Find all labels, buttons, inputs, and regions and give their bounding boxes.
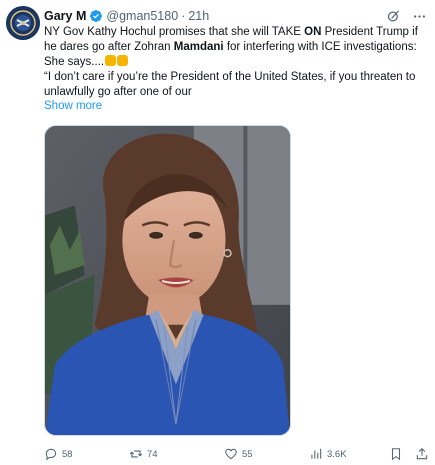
pointing-down-emoji [117, 55, 129, 66]
repost-count: 74 [147, 448, 158, 460]
views-count: 3.6K [327, 448, 347, 460]
text-segment-bold: Mamdani [173, 41, 224, 53]
views-icon [311, 448, 322, 459]
like-button[interactable]: 55 [224, 447, 309, 461]
bookmark-button[interactable] [389, 447, 403, 461]
tweet-text-line1: NY Gov Kathy Hochul promises that she wi… [44, 25, 427, 55]
verified-badge-icon [89, 9, 103, 23]
video-thumbnail[interactable] [44, 125, 291, 436]
she-says-text: She says.... [44, 56, 105, 68]
tweet-text-line2: She says.... [44, 55, 427, 70]
reply-button[interactable]: 58 [44, 447, 129, 461]
show-more-link[interactable]: Show more [44, 100, 102, 112]
text-segment: for interfering with ICE investigations: [223, 41, 417, 53]
tweet[interactable]: Gary M @gman5180 · 21h NY Gov Kathy Hoch… [0, 0, 435, 465]
like-count: 55 [242, 448, 253, 460]
tweet-quote: “I don’t care if you’re the President of… [44, 71, 416, 98]
share-icon [416, 448, 428, 460]
author-handle[interactable]: @gman5180 [106, 9, 178, 23]
tweet-actions: 58 74 55 3.6K [44, 446, 429, 462]
heart-icon [225, 448, 237, 460]
avatar[interactable] [6, 6, 40, 40]
text-segment-bold: ON [304, 26, 322, 38]
repost-icon [129, 450, 143, 458]
views-button[interactable]: 3.6K [309, 447, 389, 461]
avatar-image [6, 6, 40, 40]
more-icon[interactable] [411, 8, 427, 24]
separator-dot: · [181, 9, 186, 23]
woman-portrait-image [45, 126, 290, 435]
grok-icon[interactable] [385, 8, 401, 24]
bookmark-icon [391, 448, 401, 461]
share-button[interactable] [415, 447, 429, 461]
tweet-text: NY Gov Kathy Hochul promises that she wi… [44, 25, 427, 100]
text-segment: NY Gov Kathy Hochul promises that she wi… [44, 26, 305, 38]
reply-icon [45, 448, 57, 461]
tweet-header: Gary M @gman5180 · 21h [44, 7, 427, 25]
reply-count: 58 [62, 448, 73, 460]
repost-button[interactable]: 74 [129, 447, 224, 461]
pointing-down-emoji [105, 55, 117, 66]
timestamp[interactable]: 21h [188, 9, 209, 23]
author-name[interactable]: Gary M [44, 9, 86, 23]
